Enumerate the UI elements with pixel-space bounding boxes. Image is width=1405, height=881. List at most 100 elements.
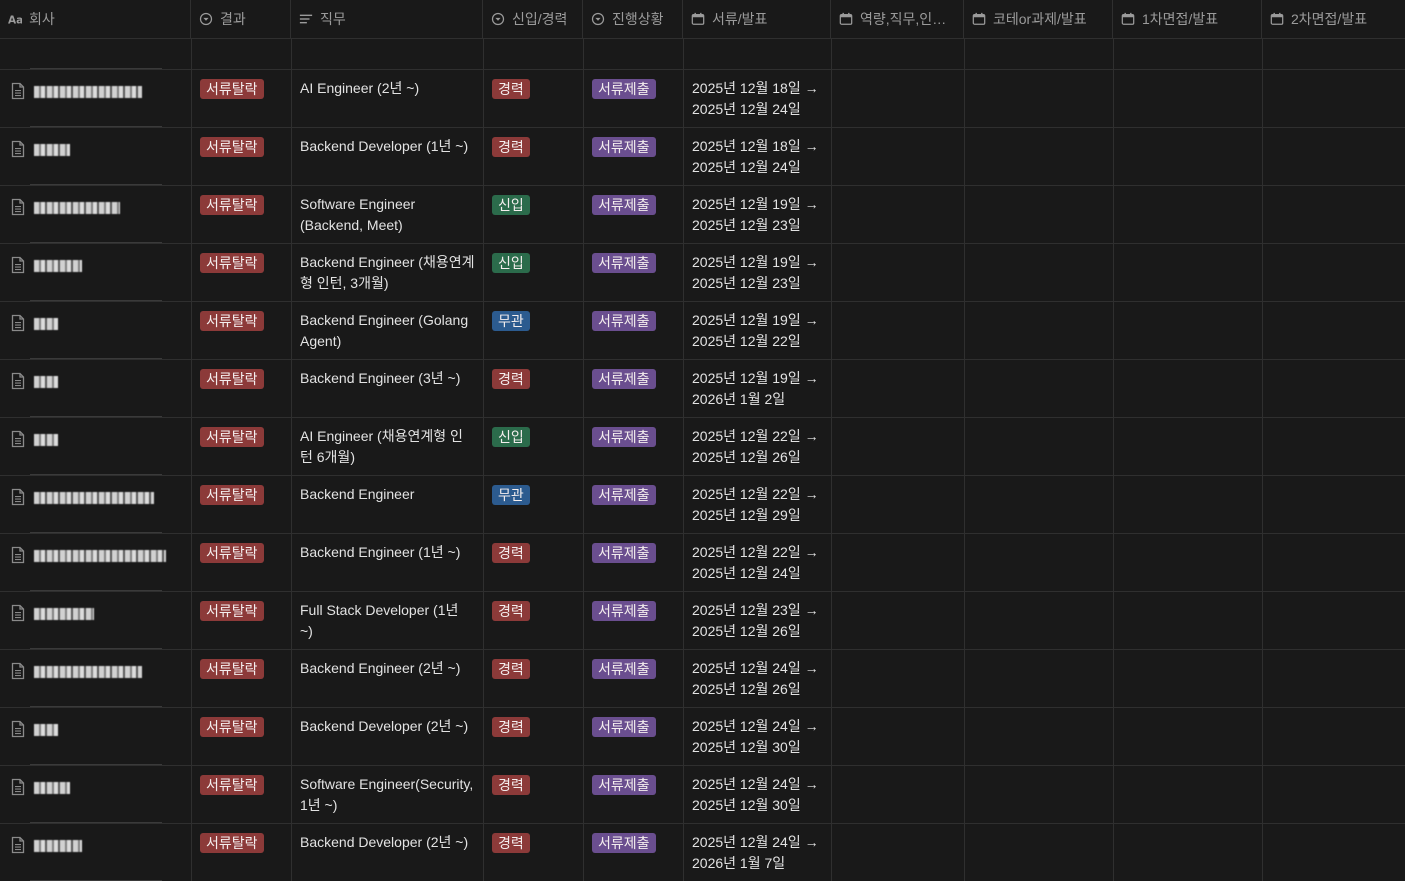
first-interview-date-cell[interactable]	[1114, 534, 1263, 591]
aptitude-date-cell[interactable]	[832, 824, 965, 881]
status-cell[interactable]: 서류제출	[584, 650, 684, 707]
company-cell[interactable]	[0, 476, 176, 533]
second-interview-date-cell[interactable]	[1263, 186, 1405, 243]
first-interview-date-cell[interactable]	[1114, 244, 1263, 301]
job-cell[interactable]: Backend Engineer (3년 ~)	[292, 360, 484, 417]
result-cell[interactable]: 서류탈락	[192, 534, 292, 591]
aptitude-date-cell[interactable]	[832, 302, 965, 359]
second-interview-date-cell[interactable]	[1263, 766, 1405, 823]
table-row[interactable]: 서류탈락 Backend Engineer (1년 ~) 경력 서류제출 2025년 1…	[0, 534, 1405, 592]
column-header[interactable]: 진행상황	[583, 0, 683, 38]
job-cell[interactable]: Backend Developer (1년 ~)	[292, 128, 484, 185]
table-row[interactable]: 서류탈락 Backend Engineer 무관 서류제출 2025년 12월 22일 …	[0, 476, 1405, 534]
coding-test-date-cell[interactable]	[965, 186, 1114, 243]
company-cell[interactable]	[0, 534, 176, 591]
coding-test-date-cell[interactable]	[965, 766, 1114, 823]
status-cell[interactable]: 서류제출	[584, 186, 684, 243]
job-cell[interactable]: Backend Developer (2년 ~)	[292, 708, 484, 765]
second-interview-date-cell[interactable]	[1263, 824, 1405, 881]
result-cell[interactable]: 서류탈락	[192, 824, 292, 881]
second-interview-date-cell[interactable]	[1263, 534, 1405, 591]
first-interview-date-cell[interactable]	[1114, 38, 1263, 69]
document-date-cell[interactable]: 2025년 12월 24일 → 2025년 12월 30일	[684, 766, 832, 823]
second-interview-date-cell[interactable]	[1263, 38, 1405, 69]
result-cell[interactable]: 서류탈락	[192, 70, 292, 127]
column-header[interactable]: Aa 회사	[0, 0, 191, 38]
level-cell[interactable]: 신입	[484, 418, 584, 475]
result-cell[interactable]: 서류탈락	[192, 244, 292, 301]
table-row[interactable]: 블록체인) 2025년 12월 19일	[0, 38, 1405, 70]
second-interview-date-cell[interactable]	[1263, 650, 1405, 707]
second-interview-date-cell[interactable]	[1263, 244, 1405, 301]
status-cell[interactable]: 서류제출	[584, 360, 684, 417]
aptitude-date-cell[interactable]	[832, 708, 965, 765]
table-row[interactable]: 서류탈락 AI Engineer (2년 ~) 경력 서류제출 2025년 12월 18…	[0, 70, 1405, 128]
aptitude-date-cell[interactable]	[832, 766, 965, 823]
company-cell[interactable]	[0, 766, 176, 823]
first-interview-date-cell[interactable]	[1114, 476, 1263, 533]
document-date-cell[interactable]: 2025년 12월 23일 → 2025년 12월 26일	[684, 592, 832, 649]
status-cell[interactable]: 서류제출	[584, 302, 684, 359]
table-row[interactable]: 서류탈락 Software Engineer (Backend, Meet) 신입 서…	[0, 186, 1405, 244]
aptitude-date-cell[interactable]	[832, 70, 965, 127]
company-cell[interactable]	[0, 302, 176, 359]
result-cell[interactable]: 서류탈락	[192, 476, 292, 533]
status-cell[interactable]: 서류제출	[584, 70, 684, 127]
document-date-cell[interactable]: 2025년 12월 24일 → 2025년 12월 26일	[684, 650, 832, 707]
company-cell[interactable]	[0, 128, 176, 185]
second-interview-date-cell[interactable]	[1263, 476, 1405, 533]
company-cell[interactable]	[0, 418, 176, 475]
first-interview-date-cell[interactable]	[1114, 302, 1263, 359]
job-cell[interactable]: AI Engineer (채용연계형 인턴 6개월)	[292, 418, 484, 475]
result-cell[interactable]: 서류탈락	[192, 128, 292, 185]
job-cell[interactable]: Backend Engineer (채용연계형 인턴, 3개월)	[292, 244, 484, 301]
company-cell[interactable]	[0, 70, 176, 127]
aptitude-date-cell[interactable]	[832, 534, 965, 591]
status-cell[interactable]: 서류제출	[584, 418, 684, 475]
level-cell[interactable]: 경력	[484, 360, 584, 417]
level-cell[interactable]: 무관	[484, 476, 584, 533]
document-date-cell[interactable]: 2025년 12월 19일 → 2025년 12월 23일	[684, 244, 832, 301]
table-row[interactable]: 서류탈락 Backend Developer (2년 ~) 경력 서류제출 2025년 …	[0, 708, 1405, 766]
aptitude-date-cell[interactable]	[832, 38, 965, 69]
coding-test-date-cell[interactable]	[965, 650, 1114, 707]
document-date-cell[interactable]: 2025년 12월 19일 → 2025년 12월 23일	[684, 186, 832, 243]
first-interview-date-cell[interactable]	[1114, 708, 1263, 765]
aptitude-date-cell[interactable]	[832, 360, 965, 417]
job-cell[interactable]: Software Engineer (Backend, Meet)	[292, 186, 484, 243]
second-interview-date-cell[interactable]	[1263, 708, 1405, 765]
document-date-cell[interactable]: 2025년 12월 18일 → 2025년 12월 24일	[684, 128, 832, 185]
document-date-cell[interactable]: 2025년 12월 22일 → 2025년 12월 24일	[684, 534, 832, 591]
result-cell[interactable]: 서류탈락	[192, 766, 292, 823]
company-cell[interactable]	[0, 244, 176, 301]
table-row[interactable]: 서류탈락 Backend Engineer (채용연계형 인턴, 3개월) 신입 서류…	[0, 244, 1405, 302]
result-cell[interactable]	[192, 38, 292, 69]
result-cell[interactable]: 서류탈락	[192, 302, 292, 359]
table-row[interactable]: 서류탈락 AI Engineer (채용연계형 인턴 6개월) 신입 서류제출 2025…	[0, 418, 1405, 476]
first-interview-date-cell[interactable]	[1114, 592, 1263, 649]
level-cell[interactable]: 경력	[484, 70, 584, 127]
column-header[interactable]: 1차면접/발표	[1113, 0, 1262, 38]
table-row[interactable]: 서류탈락 Software Engineer(Security, 1년 ~) 경력 서…	[0, 766, 1405, 824]
coding-test-date-cell[interactable]	[965, 824, 1114, 881]
result-cell[interactable]: 서류탈락	[192, 650, 292, 707]
column-header[interactable]: 역량,직무,인성...	[831, 0, 964, 38]
coding-test-date-cell[interactable]	[965, 360, 1114, 417]
coding-test-date-cell[interactable]	[965, 708, 1114, 765]
second-interview-date-cell[interactable]	[1263, 360, 1405, 417]
level-cell[interactable]: 경력	[484, 534, 584, 591]
coding-test-date-cell[interactable]	[965, 418, 1114, 475]
status-cell[interactable]: 서류제출	[584, 766, 684, 823]
first-interview-date-cell[interactable]	[1114, 186, 1263, 243]
document-date-cell[interactable]: 2025년 12월 22일 → 2025년 12월 26일	[684, 418, 832, 475]
status-cell[interactable]: 서류제출	[584, 128, 684, 185]
level-cell[interactable]: 신입	[484, 244, 584, 301]
document-date-cell[interactable]: 2025년 12월 22일 → 2025년 12월 29일	[684, 476, 832, 533]
job-cell[interactable]: Backend Engineer (1년 ~)	[292, 534, 484, 591]
result-cell[interactable]: 서류탈락	[192, 186, 292, 243]
coding-test-date-cell[interactable]	[965, 70, 1114, 127]
coding-test-date-cell[interactable]	[965, 302, 1114, 359]
aptitude-date-cell[interactable]	[832, 418, 965, 475]
first-interview-date-cell[interactable]	[1114, 70, 1263, 127]
level-cell[interactable]: 무관	[484, 302, 584, 359]
